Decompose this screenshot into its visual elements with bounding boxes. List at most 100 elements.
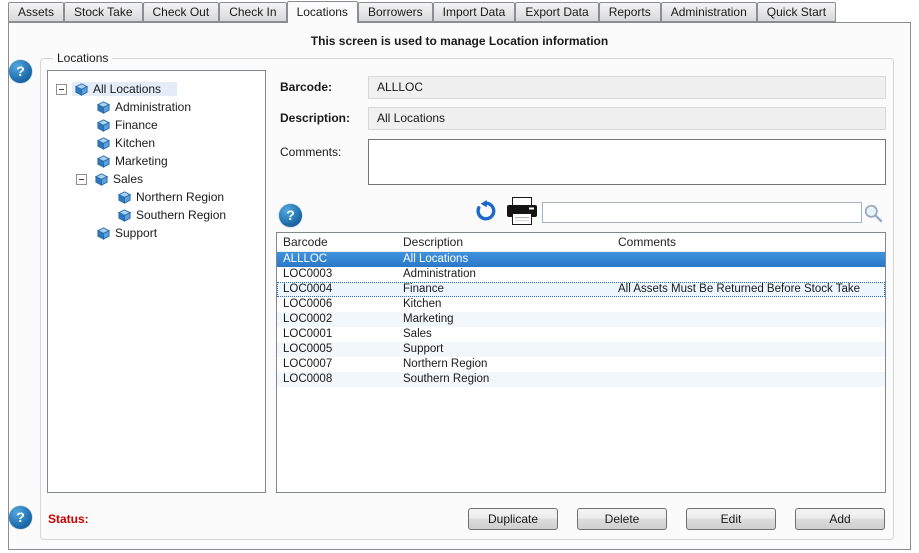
tree-item-label: Administration bbox=[115, 100, 191, 114]
tab-stock-take[interactable]: Stock Take bbox=[64, 2, 142, 22]
location-icon bbox=[96, 136, 111, 150]
location-icon bbox=[96, 100, 111, 114]
description-label: Description: bbox=[280, 111, 350, 125]
comments-label: Comments: bbox=[280, 145, 341, 159]
collapse-icon[interactable] bbox=[56, 84, 67, 95]
tab-quick-start[interactable]: Quick Start bbox=[757, 2, 836, 22]
tab-borrowers[interactable]: Borrowers bbox=[358, 2, 433, 22]
tree-item-label: All Locations bbox=[93, 82, 161, 96]
table-row[interactable]: LOC0007 Northern Region bbox=[277, 357, 885, 372]
cell-description: Administration bbox=[397, 267, 612, 282]
print-icon[interactable] bbox=[505, 197, 539, 226]
cell-description: Southern Region bbox=[397, 372, 612, 387]
cell-comments bbox=[612, 357, 885, 372]
table-row[interactable]: LOC0002 Marketing bbox=[277, 312, 885, 327]
tree-item-label: Southern Region bbox=[136, 208, 226, 222]
column-header-comments[interactable]: Comments bbox=[612, 233, 885, 251]
cell-barcode: LOC0008 bbox=[277, 372, 397, 387]
tab-check-out[interactable]: Check Out bbox=[143, 2, 220, 22]
tab-assets[interactable]: Assets bbox=[8, 2, 64, 22]
search-input[interactable] bbox=[542, 202, 862, 223]
tab-strip: Assets Stock Take Check Out Check In Loc… bbox=[8, 2, 836, 23]
cell-description: Marketing bbox=[397, 312, 612, 327]
tree-item-support[interactable]: Support bbox=[48, 224, 265, 242]
status-label: Status: bbox=[48, 512, 89, 526]
cell-barcode: LOC0006 bbox=[277, 297, 397, 312]
cell-comments bbox=[612, 372, 885, 387]
tree-item-label: Finance bbox=[115, 118, 158, 132]
tree-item-label: Kitchen bbox=[115, 136, 155, 150]
tree-item-all-locations[interactable]: All Locations bbox=[48, 80, 265, 98]
description-field: All Locations bbox=[368, 107, 886, 130]
cell-description: Finance bbox=[397, 282, 612, 297]
table-row[interactable]: LOC0006 Kitchen bbox=[277, 297, 885, 312]
location-tree: All Locations Administration Finance Kit… bbox=[47, 70, 266, 493]
help-icon[interactable] bbox=[279, 204, 302, 227]
location-icon bbox=[74, 82, 89, 96]
cell-comments bbox=[612, 312, 885, 327]
tree-item-administration[interactable]: Administration bbox=[48, 98, 265, 116]
tree-item-kitchen[interactable]: Kitchen bbox=[48, 134, 265, 152]
search-icon[interactable] bbox=[863, 203, 883, 223]
barcode-field: ALLLOC bbox=[368, 76, 886, 99]
tab-administration[interactable]: Administration bbox=[661, 2, 757, 22]
tree-item-label: Northern Region bbox=[136, 190, 224, 204]
cell-comments bbox=[612, 267, 885, 282]
cell-barcode: LOC0003 bbox=[277, 267, 397, 282]
location-icon bbox=[117, 208, 132, 222]
refresh-icon[interactable] bbox=[475, 200, 497, 222]
cell-barcode: LOC0005 bbox=[277, 342, 397, 357]
table-header: Barcode Description Comments bbox=[277, 233, 885, 252]
cell-barcode: LOC0002 bbox=[277, 312, 397, 327]
page-instruction: This screen is used to manage Location i… bbox=[8, 34, 911, 48]
cell-comments bbox=[612, 342, 885, 357]
tree-item-marketing[interactable]: Marketing bbox=[48, 152, 265, 170]
group-label: Locations bbox=[53, 51, 112, 65]
cell-comments: All Assets Must Be Returned Before Stock… bbox=[612, 282, 885, 297]
table-row[interactable]: LOC0008 Southern Region bbox=[277, 372, 885, 387]
location-icon bbox=[96, 154, 111, 168]
tab-import-data[interactable]: Import Data bbox=[433, 2, 516, 22]
cell-description: Kitchen bbox=[397, 297, 612, 312]
edit-button[interactable]: Edit bbox=[686, 508, 776, 530]
add-button[interactable]: Add bbox=[795, 508, 885, 530]
tab-reports[interactable]: Reports bbox=[599, 2, 661, 22]
tree-item-southern-region[interactable]: Southern Region bbox=[48, 206, 265, 224]
location-icon bbox=[117, 190, 132, 204]
cell-description: All Locations bbox=[397, 252, 612, 267]
table-row[interactable]: LOC0004 Finance All Assets Must Be Retur… bbox=[277, 282, 885, 297]
help-icon[interactable] bbox=[9, 60, 32, 83]
tree-item-sales[interactable]: Sales bbox=[48, 170, 265, 188]
tree-item-label: Marketing bbox=[115, 154, 168, 168]
location-icon bbox=[96, 118, 111, 132]
cell-comments bbox=[612, 327, 885, 342]
application-window: Assets Stock Take Check Out Check In Loc… bbox=[0, 0, 919, 553]
duplicate-button[interactable]: Duplicate bbox=[468, 508, 558, 530]
delete-button[interactable]: Delete bbox=[577, 508, 667, 530]
tab-export-data[interactable]: Export Data bbox=[515, 2, 598, 22]
cell-comments bbox=[612, 297, 885, 312]
table-row[interactable]: ALLLOC All Locations bbox=[277, 252, 885, 267]
collapse-icon[interactable] bbox=[76, 174, 87, 185]
table-row[interactable]: LOC0005 Support bbox=[277, 342, 885, 357]
cell-comments bbox=[612, 252, 885, 267]
locations-table: Barcode Description Comments ALLLOC All … bbox=[276, 232, 886, 493]
cell-description: Sales bbox=[397, 327, 612, 342]
column-header-description[interactable]: Description bbox=[397, 233, 612, 251]
tree-item-label: Support bbox=[115, 226, 157, 240]
comments-field[interactable] bbox=[368, 139, 886, 185]
column-header-barcode[interactable]: Barcode bbox=[277, 233, 397, 251]
table-row[interactable]: LOC0003 Administration bbox=[277, 267, 885, 282]
tab-check-in[interactable]: Check In bbox=[219, 2, 286, 22]
cell-description: Northern Region bbox=[397, 357, 612, 372]
tree-item-northern-region[interactable]: Northern Region bbox=[48, 188, 265, 206]
help-icon[interactable] bbox=[9, 506, 32, 529]
tree-item-label: Sales bbox=[113, 172, 143, 186]
tab-locations[interactable]: Locations bbox=[287, 1, 358, 23]
cell-barcode: LOC0004 bbox=[277, 282, 397, 297]
cell-barcode: LOC0001 bbox=[277, 327, 397, 342]
location-icon bbox=[94, 172, 109, 186]
tree-item-finance[interactable]: Finance bbox=[48, 116, 265, 134]
table-row[interactable]: LOC0001 Sales bbox=[277, 327, 885, 342]
location-icon bbox=[96, 226, 111, 240]
